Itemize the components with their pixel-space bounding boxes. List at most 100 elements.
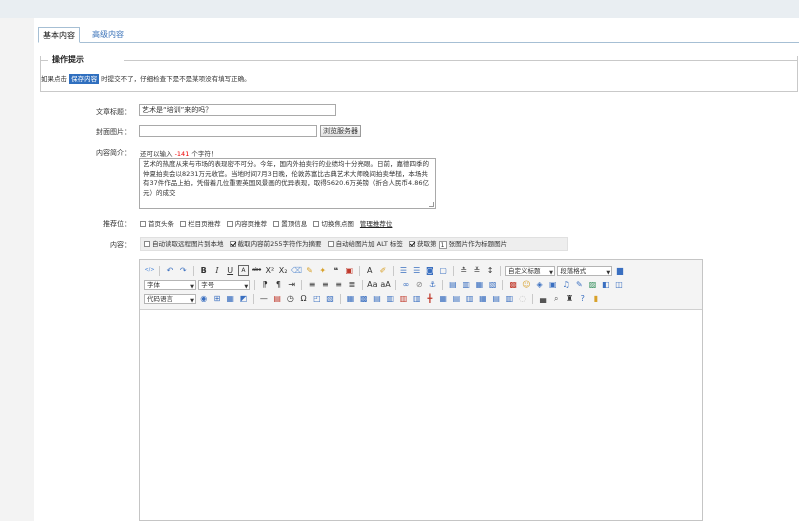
tab-advanced-content[interactable]: 高级内容 (88, 27, 128, 43)
anchor-icon[interactable]: ⚓ (427, 279, 438, 290)
title-input[interactable]: 艺术是“培训”来的吗？ (139, 104, 336, 116)
blockquote-icon[interactable]: ❝ (331, 265, 342, 276)
insert-row-icon[interactable]: ▥ (385, 293, 396, 304)
special-chars-icon[interactable]: Ω (298, 293, 309, 304)
ltr-icon[interactable]: ⁋ (260, 279, 271, 290)
checkbox[interactable] (180, 221, 187, 227)
template-icon[interactable]: ▦ (225, 293, 236, 304)
intro-textarea[interactable]: 艺术的热度从来与市场的表现密不可分。今年，国内外拍卖行的业绩均十分亮眼。日前，嘉… (139, 158, 436, 209)
align-center-icon[interactable]: ≡ (320, 279, 331, 290)
italic-icon[interactable]: I (211, 265, 222, 276)
emoticon-icon[interactable]: ☺ (521, 279, 532, 290)
delete-col-icon[interactable]: ╋ (424, 293, 435, 304)
split-cols-icon[interactable]: ▥ (504, 293, 515, 304)
line-height-icon[interactable]: ↕ (485, 265, 496, 276)
page-break-icon[interactable]: ◉ (198, 293, 209, 304)
code-language-select[interactable]: 代码语言 ▼ (144, 294, 196, 304)
font-size-select[interactable]: 字号 ▼ (198, 280, 251, 290)
table-props-icon[interactable]: ◌ (517, 293, 528, 304)
search-replace-icon[interactable]: ♜ (564, 293, 575, 304)
unlink-icon[interactable]: ⊘ (414, 279, 425, 290)
snapscreen-icon[interactable]: ▧ (325, 293, 336, 304)
insert-col-icon[interactable]: ▥ (411, 293, 422, 304)
attachment-icon[interactable]: ✎ (574, 279, 585, 290)
insert-table-icon[interactable]: ▦ (345, 293, 356, 304)
word-image-icon[interactable]: ◰ (311, 293, 322, 304)
merge-right-icon[interactable]: ▤ (451, 293, 462, 304)
ordered-list-icon[interactable]: ☰ (398, 265, 409, 276)
checkbox-checked[interactable] (408, 241, 415, 247)
rich-text-editor[interactable]: </> ↶ ↷ B I U A abc X² X₂ ⌫ ✎ ✦ ❝ ▣ A ✐ … (139, 259, 703, 521)
font-family-select[interactable]: 字体 ▼ (144, 280, 196, 290)
nth-image-input[interactable]: 1 (438, 241, 447, 249)
merge-cells-icon[interactable]: ▦ (438, 293, 449, 304)
opt-extract-summary[interactable]: 截取内容前255字符作为摘要 (229, 238, 322, 250)
eraser-icon[interactable]: ⌫ (291, 265, 302, 276)
checkbox[interactable] (144, 241, 150, 247)
clear-doc-icon[interactable]: ▢ (438, 265, 449, 276)
split-rows-icon[interactable]: ▤ (491, 293, 502, 304)
opt-download-remote[interactable]: 自动读取远程图片到本地 (144, 238, 224, 250)
paste-plain-icon[interactable]: ▣ (344, 265, 355, 276)
delete-table-icon[interactable]: ▩ (358, 293, 369, 304)
checkbox-checked[interactable] (229, 241, 236, 247)
select-all-icon[interactable]: ◙ (424, 265, 435, 276)
fullscreen-icon[interactable]: ▆ (615, 265, 626, 276)
opt-alt-tag[interactable]: 自动给图片加 ALT 标签 (327, 238, 403, 250)
map-icon[interactable]: ◈ (534, 279, 545, 290)
indent-icon[interactable]: ⇥ (286, 279, 297, 290)
redo-icon[interactable]: ↷ (178, 265, 189, 276)
align-justify-icon[interactable]: ≣ (346, 279, 357, 290)
auto-format-icon[interactable]: ✦ (317, 265, 328, 276)
rtl-icon[interactable]: ¶ (273, 279, 284, 290)
recommend-opt-content[interactable]: 内容页推荐 (226, 218, 267, 228)
date-icon[interactable]: ▤ (272, 293, 283, 304)
border-icon[interactable]: A (237, 265, 249, 276)
opt-title-image[interactable]: 获取第 1 张图片作为标题图片 (408, 238, 507, 250)
tab-basic-content[interactable]: 基本内容 (38, 27, 80, 43)
time-icon[interactable]: ◷ (285, 293, 296, 304)
undo-icon[interactable]: ↶ (164, 265, 175, 276)
subscript-icon[interactable]: X₂ (278, 265, 289, 276)
resize-handle[interactable] (429, 202, 434, 207)
format-brush-icon[interactable]: ✎ (304, 265, 315, 276)
merge-down-icon[interactable]: ▥ (464, 293, 475, 304)
image-left-icon[interactable]: ▥ (461, 279, 472, 290)
recommend-opt-top[interactable]: 置顶信息 (273, 218, 307, 228)
insert-code-icon[interactable]: ⊞ (211, 293, 222, 304)
checkbox[interactable] (327, 241, 334, 247)
align-right-icon[interactable]: ≡ (333, 279, 344, 290)
highlight-color-icon[interactable]: ✐ (377, 265, 388, 276)
video-icon[interactable]: ▣ (547, 279, 558, 290)
superscript-icon[interactable]: X² (264, 265, 275, 276)
to-lowercase-icon[interactable]: aA (380, 279, 391, 290)
gallery-icon[interactable]: ▨ (587, 279, 598, 290)
custom-heading-select[interactable]: 自定义标题 ▼ (505, 266, 556, 276)
checkbox[interactable] (273, 221, 280, 227)
paragraph-format-select[interactable]: 段落格式 ▼ (557, 266, 613, 276)
underline-icon[interactable]: U (225, 265, 236, 276)
cover-input[interactable] (139, 125, 317, 137)
link-icon[interactable]: ∞ (401, 279, 412, 290)
to-uppercase-icon[interactable]: Aa (367, 279, 378, 290)
manage-recommend-link[interactable]: 管理推荐位 (360, 220, 393, 228)
background-icon[interactable]: ◩ (238, 293, 249, 304)
insert-frame-icon[interactable]: ◫ (614, 279, 625, 290)
browse-server-button[interactable]: 浏览服务器 (320, 125, 361, 137)
help-icon[interactable]: ? (577, 293, 588, 304)
music-icon[interactable]: ♫ (561, 279, 572, 290)
strikethrough-icon[interactable]: abc (251, 265, 262, 276)
scrawl-icon[interactable]: ◧ (600, 279, 611, 290)
font-color-icon[interactable]: A (364, 265, 375, 276)
preview-icon[interactable]: ⌕ (551, 293, 562, 304)
checkbox[interactable] (226, 221, 233, 227)
image-icon[interactable]: ▩ (508, 279, 519, 290)
align-left-icon[interactable]: ≡ (307, 279, 318, 290)
bold-icon[interactable]: B (198, 265, 209, 276)
recommend-opt-focus[interactable]: 切换焦点图 (313, 218, 354, 228)
print-icon[interactable]: ▄ (538, 293, 549, 304)
image-right-icon[interactable]: ▦ (474, 279, 485, 290)
horizontal-rule-icon[interactable]: — (258, 293, 269, 304)
checkbox[interactable] (313, 221, 320, 227)
split-cells-icon[interactable]: ▦ (477, 293, 488, 304)
